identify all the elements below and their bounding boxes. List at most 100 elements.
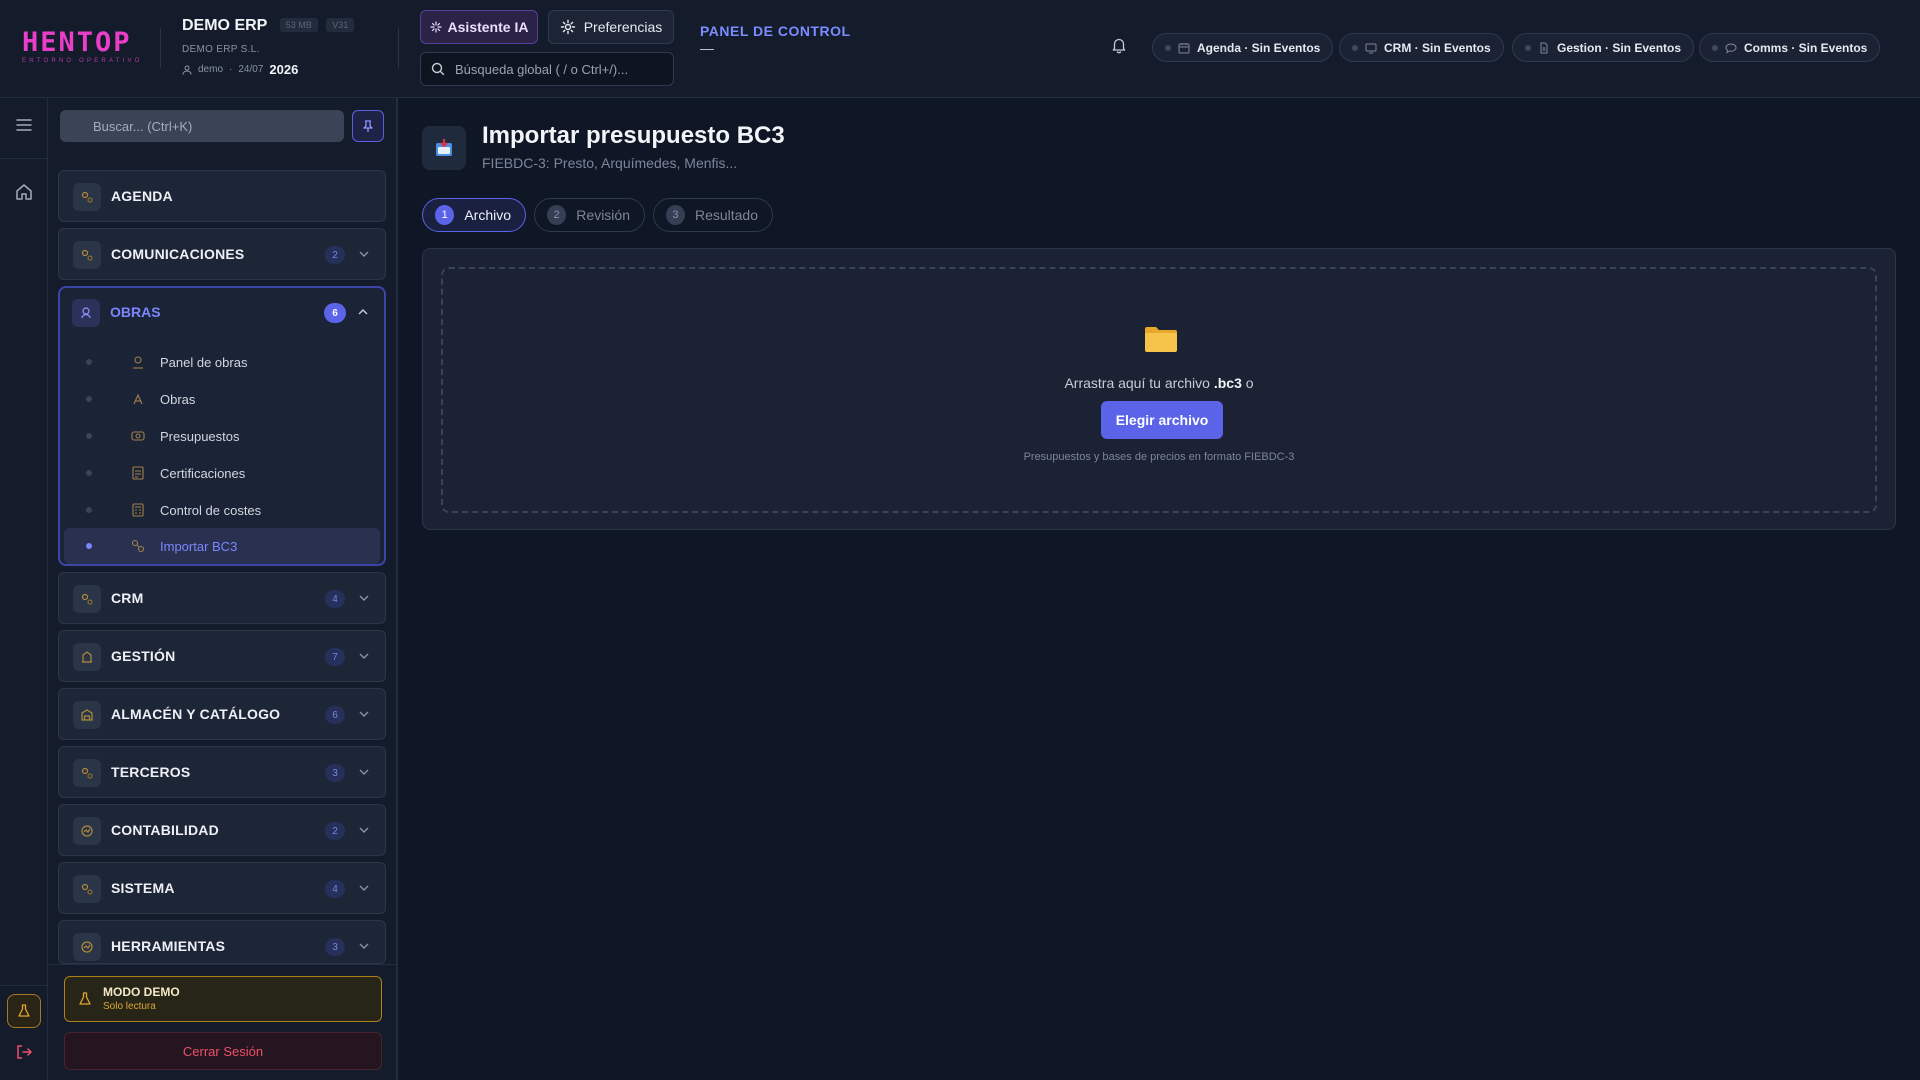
sidebar-item-label: Certificaciones	[160, 466, 246, 481]
gear-icon	[560, 19, 575, 35]
nav-group-gestion[interactable]: GESTIÓN 7	[58, 630, 386, 682]
company-name: DEMO ERP	[182, 17, 268, 34]
sparkle-icon	[429, 21, 442, 33]
bullet	[86, 507, 92, 513]
nav-group-terceros[interactable]: TERCEROS 3	[58, 746, 386, 798]
nav-group-label: GESTIÓN	[111, 648, 176, 664]
search-icon	[431, 62, 445, 76]
session-meta: demo · 24/07 2026	[182, 62, 354, 77]
bullet	[86, 396, 92, 402]
construction-icon	[133, 393, 143, 405]
hamburger-icon	[16, 119, 32, 131]
nav-group-sistema[interactable]: SISTEMA 4	[58, 862, 386, 914]
nav-group-label: CONTABILIDAD	[111, 822, 219, 838]
logout-icon	[17, 1045, 32, 1059]
status-chip-comms[interactable]: Comms · Sin Eventos	[1699, 33, 1881, 62]
drop-instructions: Arrastra aquí tu archivo .bc3 o	[443, 375, 1875, 391]
user-icon	[182, 65, 192, 75]
warehouse-icon	[73, 701, 101, 729]
obras-icon	[72, 299, 100, 327]
sidebar-item-obras[interactable]: Obras	[64, 381, 380, 417]
sidebar-item-control-de-costes[interactable]: Control de costes	[64, 492, 380, 528]
upload-panel: Arrastra aquí tu archivo .bc3 o Elegir a…	[422, 248, 1896, 530]
page-subtitle: FIEBDC-3: Presto, Arquímedes, Menfis...	[482, 155, 738, 171]
step-archivo[interactable]: 1 Archivo	[422, 198, 526, 232]
chevron-down-icon	[359, 711, 369, 717]
nav-group-obras-header[interactable]: OBRAS 6	[60, 288, 384, 340]
status-chip-agenda[interactable]: Agenda · Sin Eventos	[1152, 33, 1334, 62]
nav-group-agenda[interactable]: AGENDA	[58, 170, 386, 222]
dashboard-icon	[133, 356, 143, 369]
divider	[0, 985, 48, 986]
notifications-bell[interactable]	[1110, 36, 1132, 58]
nav-group-contabilidad[interactable]: CONTABILIDAD 2	[58, 804, 386, 856]
nav-group-label: CRM	[111, 590, 144, 606]
brand-logo[interactable]: HENTOP ENTORNO OPERATIVO	[22, 27, 144, 66]
nav-group-comunicaciones[interactable]: COMUNICACIONES 2	[58, 228, 386, 280]
file-drop-zone[interactable]: Arrastra aquí tu archivo .bc3 o Elegir a…	[441, 267, 1877, 513]
nav-group-crm[interactable]: CRM 4	[58, 572, 386, 624]
global-search-box[interactable]	[420, 52, 674, 86]
sidebar-item-panel-de-obras[interactable]: Panel de obras	[64, 344, 380, 380]
choose-file-button[interactable]: Elegir archivo	[1101, 401, 1223, 439]
logout-rail-button[interactable]	[12, 1040, 36, 1064]
home-button[interactable]	[12, 180, 36, 204]
panel-title[interactable]: PANEL DE CONTROL	[700, 23, 851, 39]
pin-icon	[363, 120, 373, 132]
nav-group-label: AGENDA	[111, 188, 173, 204]
panel-subtitle: —	[700, 40, 714, 56]
nav-group-count: 2	[325, 822, 345, 840]
demo-mode-button[interactable]	[7, 994, 41, 1028]
nav-group-label: COMUNICACIONES	[111, 246, 245, 262]
chat-icon	[1725, 42, 1737, 54]
chevron-down-icon	[359, 251, 369, 257]
flask-icon	[18, 1004, 30, 1017]
logo-text: HENTOP	[22, 27, 132, 58]
nav-group-count: 4	[325, 880, 345, 898]
demo-mode-subtitle: Solo lectura	[103, 1001, 156, 1012]
sidebar-item-label: Importar BC3	[160, 539, 238, 554]
sidebar-search-box[interactable]	[60, 110, 344, 142]
status-chip-label: Gestion · Sin Eventos	[1557, 40, 1682, 55]
sidebar: AGENDA COMUNICACIONES 2 OBRAS 6 Panel de…	[48, 98, 398, 1080]
step-label: Revisión	[576, 207, 630, 223]
size-badge: 53 MB	[279, 18, 318, 32]
sidebar-item-presupuestos[interactable]: Presupuestos	[64, 418, 380, 454]
top-bar: HENTOP ENTORNO OPERATIVO DEMO ERP 53 MB …	[0, 0, 1920, 98]
step-resultado[interactable]: 3 Resultado	[653, 198, 773, 232]
preferences-button[interactable]: Preferencias	[548, 10, 674, 44]
nav-group-label: ALMACÉN Y CATÁLOGO	[111, 706, 281, 722]
sidebar-item-certificaciones[interactable]: Certificaciones	[64, 455, 380, 491]
divider	[0, 158, 48, 159]
inbox-import-icon	[436, 139, 452, 156]
menu-toggle[interactable]	[12, 113, 36, 137]
sidebar-item-label: Obras	[160, 392, 196, 407]
status-chip-gestion[interactable]: Gestion · Sin Eventos	[1512, 33, 1695, 62]
chevron-down-icon	[359, 943, 369, 949]
status-dot	[1525, 44, 1531, 51]
status-chip-label: CRM · Sin Eventos	[1384, 40, 1491, 55]
nav-group-label: SISTEMA	[111, 880, 175, 896]
home-icon	[16, 184, 32, 200]
sidebar-item-importar-bc3[interactable]: Importar BC3	[64, 528, 380, 564]
nav-group-almacen[interactable]: ALMACÉN Y CATÁLOGO 6	[58, 688, 386, 740]
sidebar-search-input[interactable]	[93, 118, 333, 134]
status-chip-crm[interactable]: CRM · Sin Eventos	[1339, 33, 1504, 62]
chevron-down-icon	[359, 769, 369, 775]
tools-icon	[73, 933, 101, 961]
cost-control-icon	[132, 503, 144, 517]
nav-group-label: HERRAMIENTAS	[111, 938, 226, 954]
logout-button[interactable]: Cerrar Sesión	[64, 1032, 382, 1070]
global-search-input[interactable]	[455, 61, 655, 77]
ai-assistant-button[interactable]: Asistente IA	[420, 10, 538, 44]
comunicaciones-icon	[73, 241, 101, 269]
nav-group-herramientas[interactable]: HERRAMIENTAS 3	[58, 920, 386, 964]
bullet	[86, 433, 92, 439]
chevron-up-icon	[358, 309, 368, 315]
step-number: 1	[435, 205, 455, 225]
pin-sidebar-button[interactable]	[352, 110, 384, 142]
folder-icon	[1145, 327, 1177, 352]
step-revision[interactable]: 2 Revisión	[534, 198, 645, 232]
step-label: Archivo	[464, 207, 511, 223]
page-title: Importar presupuesto BC3	[482, 122, 785, 149]
